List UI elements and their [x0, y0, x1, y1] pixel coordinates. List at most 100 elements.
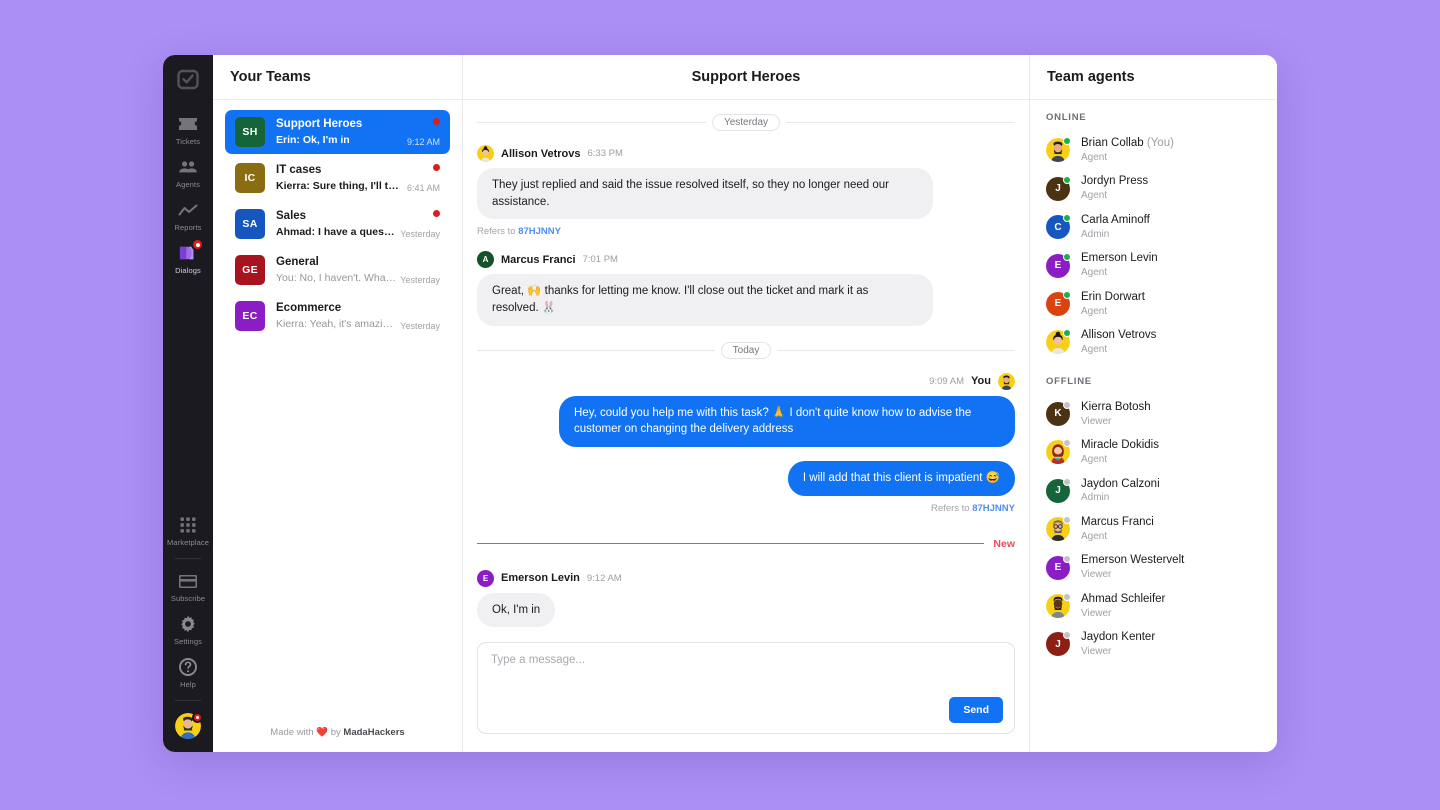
agent-name: Kierra Botosh	[1081, 400, 1151, 413]
agent-role: Admin	[1081, 492, 1110, 504]
rail-item-dialogs[interactable]: Dialogs	[163, 237, 213, 280]
agent-list-item[interactable]: Marcus Franci Agent	[1030, 510, 1277, 548]
message-time: 7:01 PM	[582, 254, 618, 266]
team-avatar: IC	[235, 163, 265, 193]
agent-name: Allison Vetrovs	[1081, 329, 1157, 342]
refers-ticket-link[interactable]: 87HJNNY	[518, 226, 561, 237]
agent-name: Jaydon Calzoni	[1081, 477, 1160, 490]
team-preview: Kierra: Sure thing, I'll take...	[276, 179, 403, 192]
rail-item-agents[interactable]: Agents	[163, 151, 213, 194]
message-incoming: A Marcus Franci 7:01 PM Great, 🙌 thanks for…	[477, 251, 1015, 326]
team-list-item[interactable]: IC IT cases Kierra: Sure thing, I'll take.…	[225, 156, 450, 200]
rail-item-reports[interactable]: Reports	[163, 194, 213, 237]
message-input[interactable]	[491, 654, 1001, 724]
agent-list-item[interactable]: E Erin Dorwart Agent	[1030, 285, 1277, 323]
avatar-notification-badge	[192, 712, 203, 723]
team-name: Sales	[276, 210, 307, 223]
agent-role: Agent	[1081, 305, 1108, 317]
message-list[interactable]: Yesterday Allison Vetrovs 6:33 PM They jus…	[463, 100, 1029, 642]
team-timestamp: Yesterday	[400, 275, 440, 285]
message-author: Emerson Levin	[501, 572, 580, 585]
agent-role: Agent	[1081, 454, 1108, 465]
team-list-item[interactable]: SA Sales Ahmad: I have a questio... Yesterd…	[225, 202, 450, 246]
team-avatar-initials: GE	[242, 264, 258, 276]
day-chip-label: Yesterday	[711, 114, 781, 131]
agent-avatar-wrapper: E	[1046, 252, 1071, 278]
rail-item-tickets[interactable]: Tickets	[163, 108, 213, 151]
agent-list-item[interactable]: Allison Vetrovs Agent	[1030, 323, 1277, 361]
composer[interactable]: Send	[477, 642, 1015, 734]
message-header: 9:09 AM You	[929, 372, 1015, 390]
agent-list-item[interactable]: J Jaydon Kenter Viewer	[1030, 625, 1277, 663]
footer-credit-prefix: Made with	[270, 727, 314, 738]
agent-text: Jordyn Press Agent	[1081, 174, 1148, 202]
agent-name: Jordyn Press	[1081, 175, 1149, 188]
team-avatar-initials: EC	[242, 310, 258, 322]
agent-text: Ahmad Schleifer Viewer	[1081, 592, 1165, 620]
message-avatar: A	[477, 251, 494, 269]
agent-name: Erin Dorwart	[1081, 290, 1145, 303]
agent-list-item[interactable]: C Carla Aminoff Admin	[1030, 208, 1277, 246]
agent-name: Ahmad Schleifer	[1081, 592, 1166, 605]
agent-list-item[interactable]: Ahmad Schleifer Viewer	[1030, 587, 1277, 625]
user-avatar[interactable]	[175, 712, 203, 739]
refers-ticket-link[interactable]: 87HJNNY	[972, 503, 1015, 514]
team-list-item[interactable]: GE General You: No, I haven't. What's... Ye…	[225, 248, 450, 292]
presence-indicator	[1063, 477, 1071, 486]
rail-item-marketplace[interactable]: Marketplace	[163, 509, 213, 552]
agent-list-item[interactable]: K Kierra Botosh Viewer	[1030, 395, 1277, 433]
agent-list-item[interactable]: Brian Collab (You) Agent	[1030, 131, 1277, 169]
agent-list-item[interactable]: J Jordyn Press Agent	[1030, 169, 1277, 207]
teams-list: SH Support Heroes Erin: Ok, I'm in 9:12 AM I…	[213, 100, 462, 340]
agent-list-item[interactable]: E Emerson Levin Agent	[1030, 246, 1277, 284]
rail-label-agents: Agents	[176, 180, 200, 189]
rail-divider-2	[175, 700, 201, 701]
send-button[interactable]: Send	[949, 697, 1003, 723]
presence-indicator	[1063, 290, 1071, 299]
presence-indicator	[1063, 439, 1071, 448]
agent-name: Carla Aminoff	[1081, 213, 1150, 226]
team-list-item[interactable]: EC Ecommerce Kierra: Yeah, it's amazin... Y…	[225, 294, 450, 338]
message-header: Allison Vetrovs 6:33 PM	[477, 145, 1015, 162]
ticket-icon	[178, 114, 198, 134]
agent-text: Jaydon Calzoni Admin	[1081, 477, 1160, 505]
message-avatar-initial: A	[482, 255, 489, 265]
message-bubble: Ok, I'm in	[477, 592, 556, 628]
team-list-item[interactable]: SH Support Heroes Erin: Ok, I'm in 9:12 AM	[225, 110, 450, 154]
agent-role: Agent	[1081, 151, 1108, 163]
message-author: Marcus Franci	[501, 253, 576, 266]
message-incoming: Allison Vetrovs 6:33 PM They just replied …	[477, 145, 1015, 237]
agent-text: Jaydon Kenter Viewer	[1081, 630, 1155, 658]
presence-indicator	[1063, 252, 1071, 261]
unread-dot	[433, 164, 440, 171]
messages-today: 9:09 AM You Hey, could you help me with th…	[477, 372, 1015, 528]
team-text: Ecommerce Kierra: Yeah, it's amazin...	[276, 301, 396, 331]
card-icon	[178, 571, 198, 591]
checkbox-logo-icon[interactable]	[176, 68, 200, 92]
team-name: IT cases	[276, 164, 322, 177]
agent-avatar-initial: E	[1054, 298, 1062, 310]
agent-name-row: Erin Dorwart	[1081, 290, 1145, 305]
presence-indicator	[1063, 175, 1071, 184]
rail-label-help: Help	[180, 680, 196, 689]
agent-avatar-wrapper: E	[1046, 554, 1071, 580]
agent-avatar-wrapper: E	[1046, 290, 1071, 316]
rail-divider-1	[175, 558, 201, 559]
agent-list-item[interactable]: J Jaydon Calzoni Admin	[1030, 472, 1277, 510]
team-name: Ecommerce	[276, 302, 342, 315]
agent-list-item[interactable]: Miracle Dokidis Agent	[1030, 433, 1277, 471]
presence-indicator	[1063, 516, 1071, 525]
unread-dot	[433, 118, 440, 125]
rail-label-dialogs: Dialogs	[175, 266, 201, 275]
agent-avatar-initial: E	[1054, 562, 1062, 574]
rail-item-help[interactable]: Help	[163, 651, 213, 694]
rail-item-subscribe[interactable]: Subscribe	[163, 565, 213, 608]
rail-item-settings[interactable]: Settings	[163, 608, 213, 651]
agent-list-item[interactable]: E Emerson Westervelt Viewer	[1030, 548, 1277, 586]
agent-role: Agent	[1081, 344, 1108, 356]
unread-dot	[433, 210, 440, 217]
app-window: Tickets Agents Reports Dialogs Marketpla…	[163, 55, 1277, 752]
agent-avatar-initial: J	[1055, 638, 1061, 650]
team-avatar: SA	[235, 209, 265, 239]
agent-avatar-wrapper	[1046, 137, 1071, 163]
